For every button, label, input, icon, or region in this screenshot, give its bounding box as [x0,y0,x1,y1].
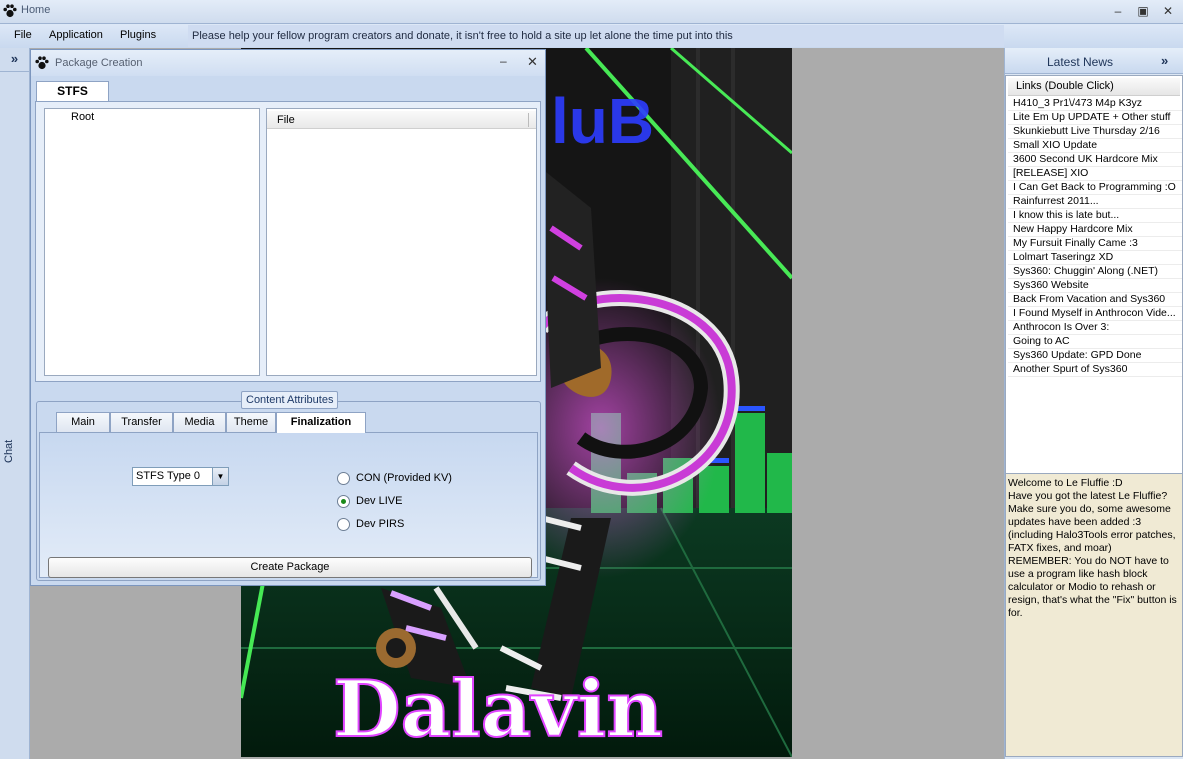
latest-news-title: Latest News [1046,55,1114,69]
tree-node-root[interactable]: Root [71,111,94,123]
paw-icon [35,56,49,70]
tab-media[interactable]: Media [173,412,226,432]
package-window-titlebar[interactable]: Package Creation – ✕ [31,50,545,76]
artist-name-text: Dalavin [333,664,663,755]
neon-sign-text: luB [551,85,654,157]
menu-file[interactable]: File [14,29,32,41]
radio-circle-checked[interactable] [337,495,350,508]
news-item[interactable]: New Happy Hardcore Mix [1008,223,1182,237]
news-item[interactable]: Another Spurt of Sys360 [1008,363,1182,377]
news-item[interactable]: Sys360: Chuggin' Along (.NET) [1008,265,1182,279]
news-item[interactable]: Lite Em Up UPDATE + Other stuff [1008,111,1182,125]
minimize-icon[interactable]: – [1109,3,1127,19]
chevron-down-icon[interactable]: ▼ [212,468,228,485]
news-item[interactable]: I Can Get Back to Programming :O [1008,181,1182,195]
news-item[interactable]: Small XIO Update [1008,139,1182,153]
menu-application[interactable]: Application [49,29,103,41]
maximize-icon[interactable]: ▣ [1134,3,1152,19]
close-icon[interactable]: ✕ [1159,3,1177,19]
latest-news-header: Latest News » [1005,48,1183,74]
tab-stfs[interactable]: STFS [36,81,109,102]
minimize-icon[interactable]: – [500,54,507,68]
content-attributes-label: Content Attributes [241,391,339,409]
news-item[interactable]: My Fursuit Finally Came :3 [1008,237,1182,251]
donation-notice: Please help your fellow program creators… [188,25,1004,47]
radio-label: CON (Provided KV) [356,472,452,484]
chat-expand-button[interactable]: » [0,48,29,72]
radio-circle[interactable] [337,518,350,531]
file-column-label: File [277,114,295,126]
news-item[interactable]: Skunkiebutt Live Thursday 2/16 [1008,125,1182,139]
tab-main[interactable]: Main [56,412,110,432]
menu-bar: File Application Plugins Please help you… [0,24,1183,48]
radio-label: Dev LIVE [356,495,403,507]
file-list[interactable]: File [266,108,537,376]
chat-tab[interactable]: Chat [3,440,15,463]
tab-finalization[interactable]: Finalization [276,412,366,433]
folder-tree[interactable]: Root [44,108,260,376]
finalization-panel: STFS Type 0 ▼ CON (Provided KV) Dev LIVE… [39,432,538,578]
news-item[interactable]: 3600 Second UK Hardcore Mix [1008,153,1182,167]
paw-icon [3,4,17,18]
news-item[interactable]: Anthrocon Is Over 3: [1008,321,1182,335]
news-item[interactable]: Sys360 Website [1008,279,1182,293]
menu-plugins[interactable]: Plugins [120,29,156,41]
tab-transfer[interactable]: Transfer [110,412,173,432]
package-creation-window: Package Creation – ✕ STFS Root File Cont… [30,49,546,586]
news-item[interactable]: Sys360 Update: GPD Done [1008,349,1182,363]
news-list: H410_3 Pr1\/473 M4p K3yz Lite Em Up UPDAT… [1008,97,1182,377]
file-column-header[interactable]: File [267,111,536,129]
news-list-box[interactable]: Links (Double Click) H410_3 Pr1\/473 M4p… [1005,75,1183,515]
create-package-button[interactable]: Create Package [48,557,532,578]
news-expand-button[interactable]: » [1161,53,1168,68]
stfs-panel: Root File [35,101,541,382]
package-window-title: Package Creation [55,57,143,69]
radio-label: Dev PIRS [356,518,405,530]
news-item[interactable]: [RELEASE] XIO [1008,167,1182,181]
news-item[interactable]: Back From Vacation and Sys360 [1008,293,1182,307]
news-item[interactable]: I Found Myself in Anthrocon Vide... [1008,307,1182,321]
links-column-header[interactable]: Links (Double Click) [1008,78,1180,96]
window-title: Home [21,4,51,16]
chat-sidebar: » Chat [0,48,30,759]
welcome-message: Welcome to Le Fluffie :D Have you got th… [1005,473,1183,757]
stfs-type-select[interactable]: STFS Type 0 ▼ [132,467,229,486]
radio-circle[interactable] [337,472,350,485]
title-bar: Home – ▣ ✕ [0,0,1183,24]
close-icon[interactable]: ✕ [527,54,538,70]
news-item[interactable]: Going to AC [1008,335,1182,349]
latest-news-panel: Latest News » Links (Double Click) H410_… [1004,48,1183,759]
stfs-type-value: STFS Type 0 [136,470,200,482]
news-item[interactable]: Rainfurrest 2011... [1008,195,1182,209]
tab-theme[interactable]: Theme [226,412,276,432]
news-item[interactable]: H410_3 Pr1\/473 M4p K3yz [1008,97,1182,111]
news-item[interactable]: Lolmart Taseringz XD [1008,251,1182,265]
column-separator[interactable] [528,113,529,127]
news-item[interactable]: I know this is late but... [1008,209,1182,223]
